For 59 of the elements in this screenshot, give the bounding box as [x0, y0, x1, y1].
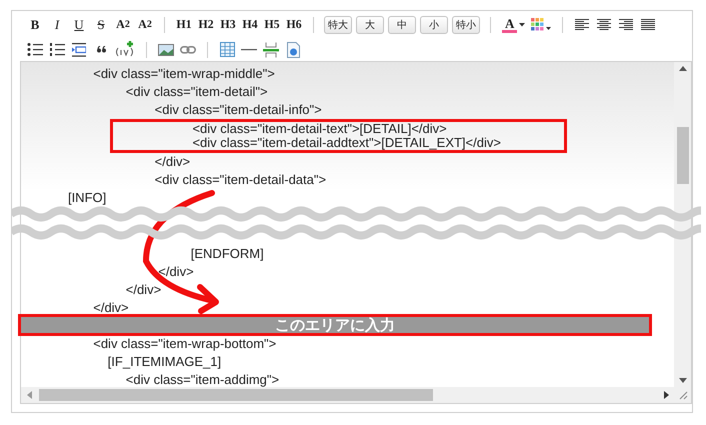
page-break-icon: [263, 42, 279, 58]
horizontal-line-icon: [241, 48, 257, 51]
scrollbar-thumb[interactable]: [39, 389, 433, 401]
font-color-button[interactable]: A: [502, 14, 526, 34]
alignment-icon: [597, 18, 612, 30]
format-button[interactable]: S: [93, 14, 109, 34]
resize-grip-icon[interactable]: [678, 390, 688, 400]
scroll-right-icon[interactable]: [664, 391, 669, 399]
code-line: </div>: [157, 263, 195, 281]
indent-icon: [72, 42, 86, 56]
quote-icon: [96, 46, 106, 53]
image-icon: [158, 44, 174, 56]
font-size-button[interactable]: 大: [356, 16, 384, 34]
code-line: <div class="item-detail-text">[DETAIL]</div>: [191, 122, 448, 136]
code-line: [ENDFORM]: [190, 245, 265, 263]
code-line: <div class="item-detail-data">: [154, 171, 328, 189]
format-button[interactable]: U: [71, 14, 87, 34]
bullet-list-icon: [27, 42, 43, 56]
font-size-button[interactable]: 特大: [324, 16, 352, 34]
vertical-scrollbar[interactable]: [674, 62, 691, 387]
insert-table-button[interactable]: [219, 40, 235, 60]
input-area-label: このエリアに入力: [21, 317, 649, 333]
code-line: <div class="item-wrap-bottom">: [92, 335, 278, 353]
code-line: [IF_ITEMIMAGE_1]: [106, 353, 222, 371]
code-line: <div class="item-addimg">: [124, 371, 280, 387]
chain-link-icon: [180, 46, 196, 54]
caret-icon: [519, 22, 526, 26]
format-button[interactable]: B: [27, 14, 43, 34]
scrollbar-thumb[interactable]: [676, 127, 688, 184]
block-plus-icon: [115, 40, 135, 58]
code-line: [INFO]: [66, 189, 108, 207]
document-button[interactable]: [285, 40, 301, 60]
heading-button[interactable]: H6: [285, 14, 303, 34]
alignment-icon: [619, 18, 634, 30]
font-size-button[interactable]: 中: [388, 16, 416, 34]
heading-button[interactable]: H3: [219, 14, 237, 34]
table-icon: [220, 42, 234, 57]
code-line: <div class="item-detail">: [124, 83, 269, 101]
alignment-icon: [575, 18, 590, 30]
font-size-button[interactable]: 特小: [452, 16, 480, 34]
page-break-button[interactable]: [263, 40, 279, 60]
palette-icon: [531, 18, 552, 32]
format-button[interactable]: I: [49, 14, 65, 34]
heading-button[interactable]: H1: [175, 14, 193, 34]
code-line: </div>: [154, 153, 192, 171]
code-line: </div>: [124, 281, 162, 299]
alignment-icon: [641, 18, 656, 30]
scroll-up-icon[interactable]: [678, 66, 686, 71]
heading-button[interactable]: H4: [241, 14, 259, 34]
font-size-button[interactable]: 小: [420, 16, 448, 34]
code-line: <div class="item-detail-addtext">[DETAIL_EXT]</div>: [191, 136, 502, 150]
code-line: </div>: [92, 299, 130, 317]
code-line: <div class="item-detail-info">: [154, 101, 323, 119]
code-line: <div class="item-wrap-middle">: [92, 65, 276, 83]
document-icon: [286, 42, 300, 58]
heading-button[interactable]: H5: [263, 14, 281, 34]
heading-button[interactable]: H2: [197, 14, 215, 34]
scroll-down-icon[interactable]: [678, 378, 686, 383]
numbered-list-icon: [49, 42, 65, 56]
